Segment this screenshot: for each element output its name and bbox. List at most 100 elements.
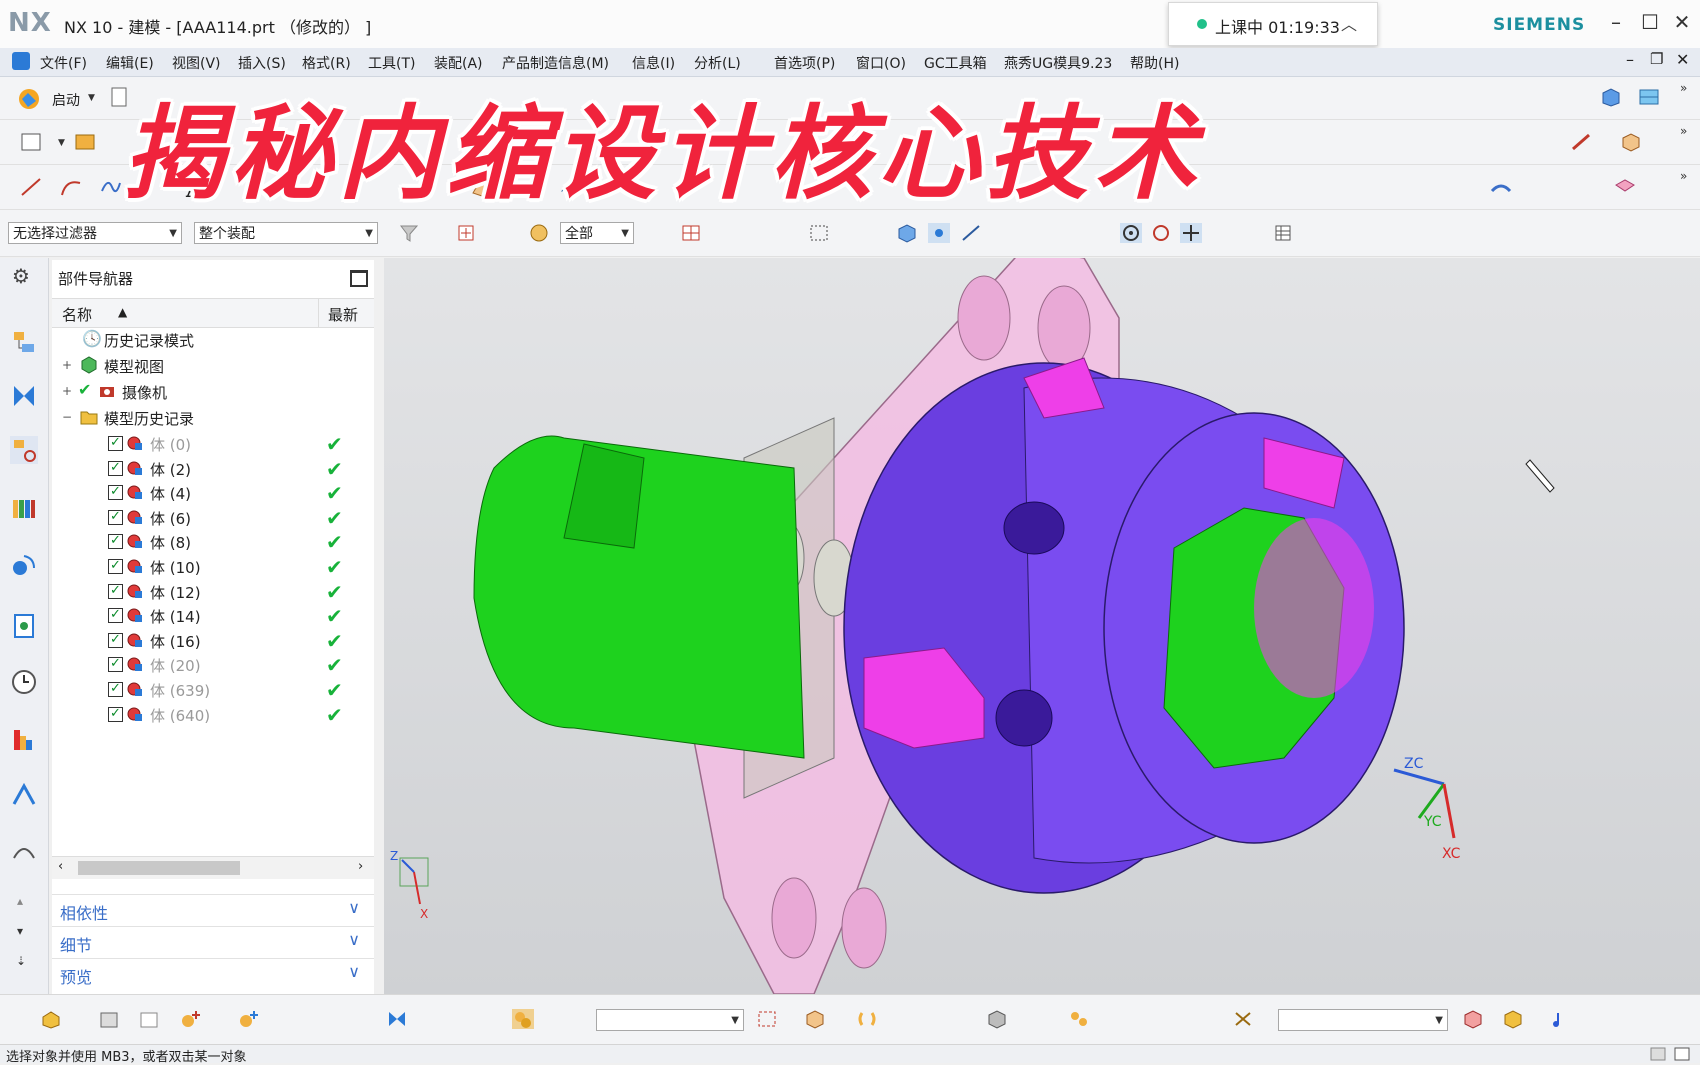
select-all-icon[interactable] <box>456 223 478 243</box>
visibility-checkbox[interactable]: ✓ <box>108 485 123 501</box>
tree-node-body[interactable]: ✓ 体 (6) ✔ <box>52 504 374 530</box>
fullscreen-icon[interactable] <box>1674 1047 1690 1061</box>
panel-dependencies[interactable]: 相依性 ∨ <box>52 894 374 925</box>
doc-minimize-button[interactable]: – <box>1626 50 1634 69</box>
menu-tools[interactable]: 工具(T) <box>368 53 415 73</box>
minimize-button[interactable]: – <box>1602 10 1630 34</box>
recording-indicator[interactable]: 上课中 01:19:33 ︿ <box>1168 2 1378 46</box>
tree-node-history-mode[interactable]: 🕓 历史记录模式 <box>52 326 374 352</box>
grid-icon[interactable] <box>1272 223 1294 243</box>
layout-icon[interactable] <box>1638 87 1660 107</box>
roles-icon[interactable] <box>10 780 38 808</box>
tree-node-cameras[interactable]: + ✔ 摄像机 <box>52 378 374 404</box>
tree-node-body[interactable]: ✓ 体 (0) ✔ <box>52 430 374 456</box>
menu-insert[interactable]: 插入(S) <box>238 53 286 73</box>
history-palette-icon[interactable] <box>10 612 38 640</box>
visibility-checkbox[interactable]: ✓ <box>108 559 123 574</box>
start-icon[interactable] <box>16 87 42 111</box>
link-icon[interactable] <box>856 1009 878 1029</box>
tree-node-body[interactable]: ✓ 体 (10) ✔ <box>52 553 374 579</box>
visibility-checkbox[interactable]: ✓ <box>108 632 123 648</box>
doc-restore-button[interactable]: ❐ <box>1650 50 1663 68</box>
tree-node-body[interactable]: ✓ 体 (640) ✔ <box>52 701 374 727</box>
sketch-icon[interactable] <box>20 132 42 152</box>
overflow-icon[interactable]: » <box>1680 81 1687 95</box>
overflow-down-icon[interactable]: ⇣ <box>16 954 26 968</box>
box-red-icon[interactable] <box>1462 1009 1484 1029</box>
move-component-icon[interactable] <box>512 1009 534 1029</box>
menu-analysis[interactable]: 分析(L) <box>694 53 741 73</box>
visibility-checkbox[interactable]: ✓ <box>108 509 123 525</box>
visibility-checkbox[interactable]: ✓ <box>108 608 123 624</box>
scroll-down-icon[interactable]: ▾ <box>17 924 23 938</box>
visibility-checkbox[interactable]: ✓ <box>108 436 123 451</box>
menu-edit[interactable]: 编辑(E) <box>106 53 154 73</box>
reuse-library-icon[interactable] <box>10 494 38 522</box>
constraint-navigator-icon[interactable] <box>10 382 38 410</box>
snap-end-icon[interactable] <box>960 223 982 243</box>
assembly-navigator-icon[interactable] <box>10 328 38 356</box>
graphics-viewport[interactable]: ZC YC XC Z X <box>384 258 1700 994</box>
menu-file[interactable]: 文件(F) <box>40 53 87 73</box>
new-component-icon[interactable] <box>138 1009 160 1029</box>
expand-icon[interactable]: + <box>62 358 72 372</box>
snap-quadrant-icon[interactable] <box>1150 223 1172 243</box>
type-dropdown[interactable]: 全部 ▼ <box>560 222 634 244</box>
column-name[interactable]: 名称 <box>62 304 92 325</box>
visualization-icon[interactable] <box>10 726 38 754</box>
chevron-down-icon[interactable]: ▼ <box>58 138 65 148</box>
scroll-up-icon[interactable]: ▴ <box>17 894 23 908</box>
view-cube-icon[interactable] <box>1600 87 1622 107</box>
menu-info[interactable]: 信息(I) <box>632 53 675 73</box>
bottom-dropdown-1[interactable]: ▼ <box>596 1009 744 1031</box>
model-render[interactable]: ZC YC XC Z X <box>384 258 1700 994</box>
panel-details[interactable]: 细节 ∨ <box>52 926 374 957</box>
add-part-icon[interactable] <box>180 1009 202 1029</box>
overflow-icon[interactable]: » <box>1680 169 1687 183</box>
assembly-add-icon[interactable] <box>40 1009 62 1029</box>
horizontal-scrollbar[interactable]: ‹ › <box>52 856 374 879</box>
tree-node-body[interactable]: ✓ 体 (639) ✔ <box>52 676 374 702</box>
tree-node-body[interactable]: ✓ 体 (4) ✔ <box>52 479 374 505</box>
filter-icon[interactable] <box>398 223 420 243</box>
web-browser-icon[interactable] <box>10 550 38 578</box>
doc-close-button[interactable]: ✕ <box>1676 50 1689 69</box>
clock-icon[interactable] <box>10 668 38 696</box>
frame-icon[interactable] <box>756 1009 778 1029</box>
book-icon[interactable] <box>74 132 96 152</box>
panel-preview[interactable]: 预览 ∨ <box>52 958 374 989</box>
constraint-icon[interactable] <box>386 1009 408 1029</box>
visibility-checkbox[interactable]: ✓ <box>108 657 123 673</box>
tree-node-body[interactable]: ✓ 体 (20) ✔ <box>52 651 374 677</box>
snap-point-icon[interactable] <box>928 223 950 243</box>
explode-icon[interactable] <box>986 1009 1008 1029</box>
grid-status-icon[interactable] <box>1650 1047 1666 1061</box>
sequence-icon[interactable] <box>1068 1009 1090 1029</box>
snap-center-icon[interactable] <box>1120 223 1142 243</box>
visibility-checkbox[interactable]: ✓ <box>108 682 123 697</box>
tree-node-model-history[interactable]: − 模型历史记录 <box>52 404 374 430</box>
tree-node-body[interactable]: ✓ 体 (8) ✔ <box>52 528 374 554</box>
tree-node-body[interactable]: ✓ 体 (12) ✔ <box>52 578 374 604</box>
scope-dropdown[interactable]: 整个装配 ▼ <box>194 222 378 244</box>
start-button[interactable]: 启动 <box>52 90 80 110</box>
maximize-panel-icon[interactable] <box>350 270 368 287</box>
scissors-icon[interactable] <box>1232 1009 1254 1029</box>
nx-menu-icon[interactable] <box>12 52 30 70</box>
scroll-right-icon[interactable]: › <box>358 859 363 874</box>
sphere-icon[interactable] <box>528 223 550 243</box>
menu-assembly[interactable]: 装配(A) <box>434 53 483 73</box>
visibility-checkbox[interactable]: ✓ <box>108 706 123 722</box>
system-scenes-icon[interactable] <box>10 836 38 864</box>
expand-icon[interactable]: + <box>62 384 72 398</box>
column-latest[interactable]: 最新 <box>328 304 358 325</box>
part-navigator-icon[interactable] <box>10 436 38 464</box>
note-icon[interactable] <box>1550 1009 1572 1029</box>
menu-pmi[interactable]: 产品制造信息(M) <box>502 53 609 73</box>
menu-gc-toolbox[interactable]: GC工具箱 <box>924 53 987 73</box>
tree-node-body[interactable]: ✓ 体 (2) ✔ <box>52 455 374 481</box>
scrollbar-thumb[interactable] <box>78 861 240 875</box>
line-icon[interactable] <box>20 177 42 197</box>
box-yellow-icon[interactable] <box>1502 1009 1524 1029</box>
chevron-up-icon[interactable]: ︿ <box>1341 11 1357 35</box>
